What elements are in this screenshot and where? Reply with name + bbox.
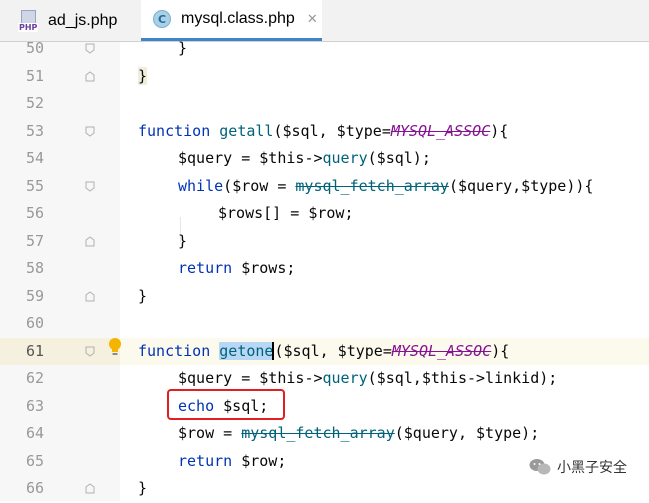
code-text: while($row = mysql_fetch_array($query,$t… (178, 176, 594, 195)
code-text: $row = mysql_fetch_array($query, $type); (178, 424, 540, 442)
code-text: } (178, 39, 188, 57)
code-line-current: 61 function getone($sql, $type=MYSQL_ASS… (0, 337, 649, 365)
code-line: 59 } (0, 283, 649, 311)
line-number: 55 (25, 176, 44, 195)
fold-marker-icon[interactable] (85, 43, 95, 54)
fold-marker-icon[interactable] (85, 346, 95, 357)
line-number: 57 (25, 231, 44, 250)
fold-marker-icon[interactable] (85, 290, 95, 302)
code-text: $rows[] = $row; (218, 204, 354, 222)
code-line: 50 } (0, 35, 649, 63)
code-text: return $row; (178, 451, 287, 470)
code-line: 64 $row = mysql_fetch_array($query, $typ… (0, 420, 649, 448)
watermark: 小黑子安全 (525, 455, 631, 479)
line-number: 59 (25, 286, 44, 305)
code-text: $query = $this->query($sql); (178, 149, 431, 167)
line-number: 62 (25, 369, 44, 387)
code-text: } (138, 286, 148, 305)
code-line: 62 $query = $this->query($sql,$this->lin… (0, 365, 649, 393)
line-number: 51 (25, 66, 44, 85)
line-number: 54 (25, 149, 44, 167)
line-number: 60 (25, 314, 44, 332)
code-line: 66 } (0, 475, 649, 503)
line-number: 61 (25, 341, 44, 360)
wechat-icon (529, 459, 551, 475)
code-editor[interactable]: 50 } 51 } 52 53 function getall($sql, $t… (0, 39, 649, 503)
code-line: 51 } (0, 63, 649, 91)
tab-label: mysql.class.php (181, 10, 295, 27)
code-line: 57 } (0, 228, 649, 256)
fold-marker-icon[interactable] (85, 126, 95, 137)
line-number: 52 (25, 94, 44, 112)
code-text: function getall($sql, $type=MYSQL_ASSOC)… (138, 121, 509, 140)
code-line: 56 $rows[] = $row; (0, 200, 649, 228)
class-icon: C (153, 10, 171, 28)
line-number: 66 (25, 479, 44, 497)
php-file-icon: PHP (18, 9, 40, 32)
lightbulb-icon[interactable] (108, 337, 122, 357)
line-number: 63 (25, 396, 44, 415)
code-line: 54 $query = $this->query($sql); (0, 145, 649, 173)
line-number: 58 (25, 259, 44, 277)
line-number: 56 (25, 204, 44, 222)
code-text: } (138, 479, 148, 497)
code-text: } (138, 66, 148, 85)
code-text: function getone($sql, $type=MYSQL_ASSOC)… (138, 341, 510, 360)
code-text: } (178, 231, 188, 250)
highlight-box (167, 389, 285, 420)
line-number: 65 (25, 451, 44, 470)
code-line: 60 (0, 310, 649, 338)
close-icon[interactable]: ✕ (307, 12, 318, 27)
watermark-text: 小黑子安全 (557, 460, 627, 476)
code-line: 63 echo $sql; (0, 393, 649, 421)
code-line: 53 function getall($sql, $type=MYSQL_ASS… (0, 118, 649, 146)
code-line: 52 (0, 90, 649, 118)
fold-marker-icon[interactable] (85, 483, 95, 494)
code-line: 55 while($row = mysql_fetch_array($query… (0, 173, 649, 201)
fold-marker-icon[interactable] (85, 70, 95, 82)
code-line: 58 return $rows; (0, 255, 649, 283)
line-number: 53 (25, 121, 44, 140)
code-text: return $rows; (178, 259, 296, 277)
line-number: 50 (25, 39, 44, 57)
tab-label: ad_js.php (48, 11, 118, 29)
fold-marker-icon[interactable] (85, 181, 95, 192)
fold-marker-icon[interactable] (85, 235, 95, 247)
line-number: 64 (25, 424, 44, 442)
